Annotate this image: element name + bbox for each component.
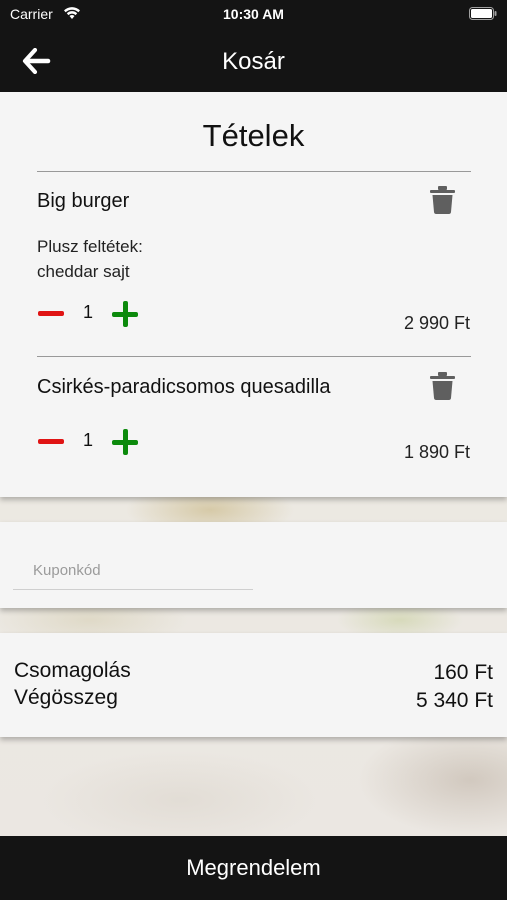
coupon-card xyxy=(0,522,507,608)
increase-quantity-button[interactable] xyxy=(112,429,138,455)
extras-value: cheddar sajt xyxy=(37,262,130,281)
total-label: Végösszeg xyxy=(14,686,118,709)
page-title: Kosár xyxy=(222,48,285,75)
extras-label: Plusz feltétek: xyxy=(37,237,143,256)
navigation-bar: Kosár xyxy=(0,28,507,92)
coupon-input[interactable] xyxy=(13,552,253,590)
cart-item-name: Big burger xyxy=(37,190,130,212)
quantity-value: 1 xyxy=(82,430,93,450)
status-bar: Carrier 10:30 AM xyxy=(0,0,507,28)
item-price: 1 890 Ft xyxy=(403,442,470,462)
decrease-quantity-button[interactable] xyxy=(38,311,64,316)
item-price: 2 990 Ft xyxy=(403,313,470,333)
decrease-quantity-button[interactable] xyxy=(38,439,64,444)
divider xyxy=(37,356,471,357)
quantity-value: 1 xyxy=(82,302,93,322)
items-heading: Tételek xyxy=(202,118,305,153)
cart-items-card: Tételek Big burger Plusz feltétek: chedd… xyxy=(0,92,507,497)
totals-card: Csomagolás 160 Ft Végösszeg 5 340 Ft xyxy=(0,633,507,737)
cart-item-name: Csirkés-paradicsomos quesadilla xyxy=(37,376,331,398)
trash-icon[interactable] xyxy=(430,186,455,214)
packaging-label: Csomagolás xyxy=(14,659,131,682)
trash-icon[interactable] xyxy=(430,372,455,400)
battery-icon xyxy=(469,7,497,20)
divider xyxy=(37,171,471,172)
place-order-button[interactable]: Megrendelem xyxy=(0,836,507,900)
packaging-value: 160 Ft xyxy=(433,661,493,684)
clock: 10:30 AM xyxy=(223,6,284,22)
total-value: 5 340 Ft xyxy=(415,689,493,712)
increase-quantity-button[interactable] xyxy=(112,301,138,327)
